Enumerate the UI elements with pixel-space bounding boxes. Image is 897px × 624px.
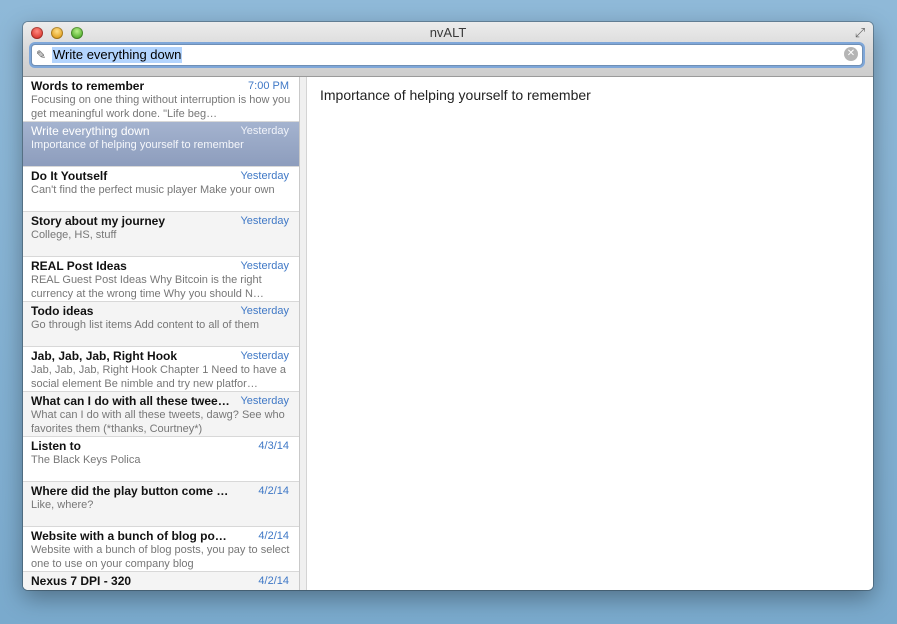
note-title: Story about my journey (31, 214, 166, 228)
note-title: Jab, Jab, Jab, Right Hook (31, 349, 178, 363)
window-title: nvALT (429, 25, 467, 40)
note-list-item[interactable]: Listen to 4/3/14 The Black Keys Polica (23, 437, 299, 482)
note-title: Words to remember (31, 79, 145, 93)
note-preview: Website with a bunch of blog posts, you … (31, 544, 290, 570)
note-title: Todo ideas (31, 304, 94, 318)
pane-splitter[interactable] (300, 77, 307, 590)
title-bar: nvALT ⤢ ✎ Write everything down ✕ (23, 22, 873, 77)
note-list-item[interactable]: Do It Youtself Yesterday Can't find the pe… (23, 167, 299, 212)
note-title: Where did the play button come fr… (31, 484, 231, 498)
fullscreen-icon[interactable]: ⤢ (853, 26, 867, 40)
notes-list[interactable]: Words to remember 7:00 PM Focusing on one … (23, 77, 300, 590)
note-list-item[interactable]: Story about my journey Yesterday College, … (23, 212, 299, 257)
note-preview: College, HS, stuff (31, 229, 117, 241)
search-field[interactable]: ✎ Write everything down ✕ (31, 44, 863, 66)
note-list-item[interactable]: What can I do with all these tweet… Yeste… (23, 392, 299, 437)
pencil-icon: ✎ (36, 48, 47, 62)
note-date: 4/3/14 (258, 440, 289, 452)
note-title: Do It Youtself (31, 169, 108, 183)
note-date: Yesterday (240, 260, 289, 272)
app-window: nvALT ⤢ ✎ Write everything down ✕ Words … (23, 22, 873, 590)
note-preview: Can't find the perfect music player Make… (31, 184, 275, 196)
note-date: Yesterday (240, 125, 289, 137)
note-date: Yesterday (240, 305, 289, 317)
note-date: 4/2/14 (258, 485, 289, 497)
note-date: 4/2/14 (258, 575, 289, 587)
note-title: Listen to (31, 439, 81, 453)
note-list-item[interactable]: Write everything down Yesterday Importance… (23, 122, 299, 167)
note-title: What can I do with all these tweet… (31, 394, 231, 408)
note-list-item[interactable]: Nexus 7 DPI - 320 4/2/14 (23, 572, 299, 590)
note-date: 7:00 PM (248, 80, 289, 92)
note-date: Yesterday (240, 350, 289, 362)
note-preview: The Black Keys Polica (31, 454, 141, 466)
note-preview: Like, where? (31, 499, 94, 511)
note-title: Write everything down (31, 124, 150, 138)
note-preview: Go through list items Add content to all… (31, 319, 260, 331)
note-preview (31, 588, 291, 590)
note-preview: Focusing on one thing without interrupti… (31, 94, 291, 120)
note-preview: What can I do with all these tweets, daw… (31, 409, 285, 435)
note-list-item[interactable]: Words to remember 7:00 PM Focusing on one … (23, 77, 299, 122)
note-date: Yesterday (240, 170, 289, 182)
note-list-item[interactable]: Where did the play button come fr… 4/2/14… (23, 482, 299, 527)
note-content[interactable]: Importance of helping yourself to rememb… (320, 86, 860, 104)
clear-search-icon[interactable]: ✕ (844, 47, 858, 61)
note-list-item[interactable]: Website with a bunch of blog post… 4/2/14… (23, 527, 299, 572)
note-list-item[interactable]: REAL Post Ideas Yesterday REAL Guest Post … (23, 257, 299, 302)
note-date: Yesterday (240, 215, 289, 227)
note-title: Website with a bunch of blog post… (31, 529, 231, 543)
note-list-item[interactable]: Todo ideas Yesterday Go through list items… (23, 302, 299, 347)
note-title: Nexus 7 DPI - 320 (31, 574, 132, 588)
note-preview: Jab, Jab, Jab, Right Hook Chapter 1 Need… (31, 364, 286, 390)
note-preview: REAL Guest Post Ideas Why Bitcoin is the… (31, 274, 264, 300)
note-date: 4/2/14 (258, 530, 289, 542)
note-date: Yesterday (240, 395, 289, 407)
note-list-item[interactable]: Jab, Jab, Jab, Right Hook Yesterday Jab, J… (23, 347, 299, 392)
note-title: REAL Post Ideas (31, 259, 127, 273)
note-preview: Importance of helping yourself to rememb… (31, 139, 244, 151)
search-input[interactable]: Write everything down (52, 47, 183, 63)
note-editor[interactable]: Importance of helping yourself to rememb… (307, 77, 873, 590)
